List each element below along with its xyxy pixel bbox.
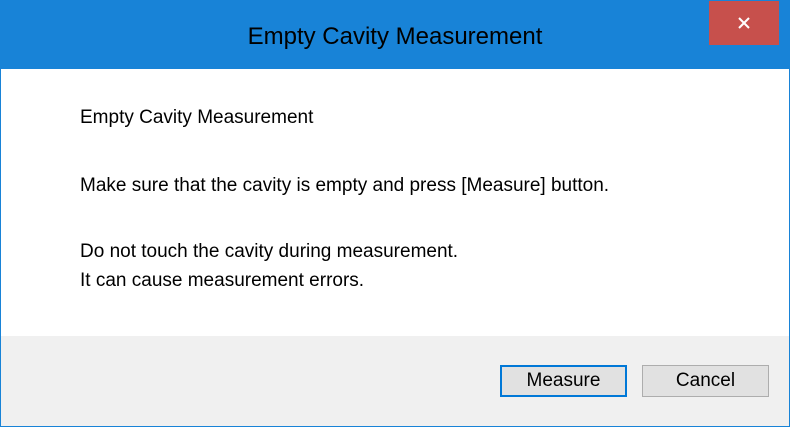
measure-button[interactable]: Measure	[500, 365, 627, 397]
window-title: Empty Cavity Measurement	[247, 23, 543, 50]
message-heading: Empty Cavity Measurement	[80, 107, 314, 128]
button-bar: Measure Cancel	[1, 336, 789, 426]
message-instruction: Make sure that the cavity is empty and p…	[80, 175, 610, 196]
message-note: It can cause measurement errors.	[80, 270, 365, 291]
dialog-content: Empty Cavity Measurement Make sure that …	[1, 69, 789, 336]
title-bar[interactable]: Empty Cavity Measurement	[1, 1, 789, 69]
dialog-window: Empty Cavity Measurement Empty Cavity Me…	[0, 0, 790, 427]
message-warning: Do not touch the cavity during measureme…	[80, 241, 459, 262]
close-icon	[738, 17, 750, 29]
cancel-button[interactable]: Cancel	[642, 365, 769, 397]
close-button[interactable]	[709, 1, 779, 45]
